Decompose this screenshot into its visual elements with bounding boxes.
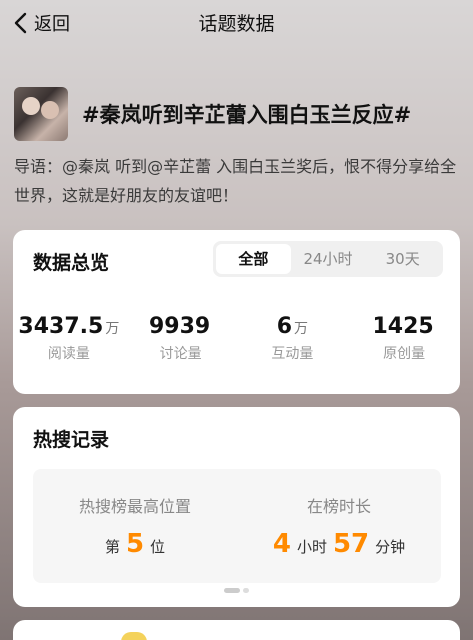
- data-overview-card: 数据总览 全部 24小时 30天 3437.5 万 阅读量 9939 讨论量 6万…: [13, 230, 460, 394]
- stats-row: 3437.5 万 阅读量 9939 讨论量 6万 互动量 1425 原创量: [13, 314, 460, 363]
- topic-header: #秦岚听到辛芷蕾入围白玉兰反应#: [14, 86, 459, 142]
- tab-24h[interactable]: 24小时: [291, 244, 366, 274]
- stat-interactions: 6万 互动量: [237, 314, 349, 363]
- stat-value: 1425: [372, 314, 434, 339]
- hot-search-summary[interactable]: 热搜榜最高位置 第5位 在榜时长 4 小时 57 分钟: [33, 469, 441, 583]
- highest-position-value: 第5位: [104, 529, 166, 559]
- nav-bar: 返回 话题数据: [0, 0, 473, 48]
- topic-name[interactable]: #秦岚听到辛芷蕾入围白玉兰反应#: [82, 99, 411, 129]
- stat-value: 9939: [149, 314, 211, 339]
- page-indicator: [13, 588, 460, 593]
- stat-discussions: 9939 讨论量: [125, 314, 237, 363]
- tab-30d[interactable]: 30天: [365, 244, 440, 274]
- stat-value: 6万: [276, 314, 309, 339]
- duration-value: 4 小时 57 分钟: [272, 529, 406, 559]
- duration-label: 在榜时长: [306, 497, 371, 516]
- stat-label: 讨论量: [159, 346, 202, 362]
- stat-label: 原创量: [383, 346, 426, 362]
- page-dot-active: [224, 588, 240, 593]
- time-range-selector: 全部 24小时 30天: [213, 241, 443, 277]
- page-dot: [243, 588, 249, 593]
- duration-on-list: 在榜时长 4 小时 57 分钟: [237, 469, 441, 583]
- next-card-peek: [13, 620, 460, 640]
- topic-guide: 导语：@秦岚 听到@辛芷蕾 入围白玉兰奖后，恨不得分享给全世界，这就是好朋友的友…: [14, 157, 457, 205]
- stat-label: 互动量: [271, 346, 314, 362]
- highest-position: 热搜榜最高位置 第5位: [33, 469, 237, 583]
- hot-search-card: 热搜记录 热搜榜最高位置 第5位 在榜时长 4 小时 57 分钟: [13, 407, 460, 607]
- stat-label: 阅读量: [47, 346, 90, 362]
- tab-all[interactable]: 全部: [216, 244, 291, 274]
- stat-originals: 1425 原创量: [348, 314, 460, 363]
- highest-position-label: 热搜榜最高位置: [78, 497, 191, 516]
- overview-title: 数据总览: [33, 252, 110, 274]
- stat-reads: 3437.5 万 阅读量: [13, 314, 125, 363]
- stat-value: 3437.5 万: [18, 314, 120, 339]
- topic-avatar: [14, 87, 68, 141]
- hot-search-title: 热搜记录: [33, 429, 110, 451]
- page-title: 话题数据: [198, 13, 275, 35]
